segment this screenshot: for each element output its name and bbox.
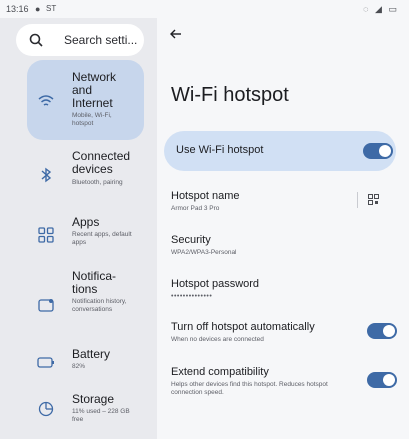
sidebar-item-label: Network and Internet: [72, 70, 117, 110]
sidebar-item-network[interactable]: Network and Internet Mobile, Wi-Fi, hots…: [27, 60, 144, 140]
hotspot-password-title: Hotspot password: [171, 278, 260, 290]
sidebar-item-label: Storage: [72, 392, 115, 406]
security-title: Security: [171, 234, 211, 246]
back-arrow-icon[interactable]: [169, 27, 183, 41]
extend-compatibility-row[interactable]: Extend compatibility Helps other devices…: [171, 366, 346, 397]
extend-compatibility-title: Extend compatibility: [171, 366, 269, 378]
hotspot-name-value: Armor Pad 3 Pro: [171, 205, 220, 212]
toggle-knob: [383, 374, 395, 386]
sidebar-item-subtitle: Bluetooth, pairing: [72, 179, 123, 186]
hotspot-password-row[interactable]: Hotspot password ••••••••••••••: [171, 278, 371, 301]
use-hotspot-toggle[interactable]: [363, 143, 393, 159]
sidebar-item-storage[interactable]: Storage 11% used – 228 GB free: [27, 391, 144, 435]
qr-code-icon[interactable]: [368, 194, 379, 205]
toggle-knob: [379, 145, 391, 157]
use-hotspot-row[interactable]: Use Wi-Fi hotspot: [164, 131, 396, 171]
security-value: WPA2/WPA3-Personal: [171, 249, 237, 256]
sidebar-item-label: Connected devices: [72, 149, 131, 176]
page-title: Wi-Fi hotspot: [171, 84, 289, 106]
auto-off-toggle[interactable]: [367, 323, 397, 339]
extend-compatibility-subtitle: Helps other devices find this hotspot. R…: [171, 381, 328, 396]
battery-icon: [37, 357, 54, 368]
sidebar-item-subtitle: Recent apps, default apps: [72, 231, 132, 246]
status-carrier: ST: [46, 4, 57, 13]
sidebar-item-label: Notifica-tions: [72, 269, 117, 296]
sidebar-item-battery[interactable]: Battery 82%: [27, 346, 144, 380]
settings-sidebar: Search setti... Network and Internet Mob…: [0, 18, 157, 439]
notification-dot-icon: ●: [35, 4, 41, 14]
sidebar-item-subtitle: Notification history, conversations: [72, 298, 127, 313]
extend-compatibility-toggle[interactable]: [367, 372, 397, 388]
search-placeholder: Search setti...: [64, 33, 138, 47]
sidebar-item-subtitle: Mobile, Wi-Fi, hotspot: [72, 112, 112, 127]
sidebar-item-subtitle: 11% used – 228 GB free: [72, 408, 130, 423]
auto-off-title: Turn off hotspot automatically: [171, 321, 315, 333]
vibrate-icon: ◌: [363, 4, 371, 14]
auto-off-row[interactable]: Turn off hotspot automatically When no d…: [171, 321, 371, 344]
sidebar-item-connected-devices[interactable]: Connected devices Bluetooth, pairing: [27, 148, 144, 206]
apps-grid-icon: [38, 227, 54, 243]
sidebar-item-subtitle: 82%: [72, 363, 86, 370]
storage-icon: [38, 401, 54, 417]
security-row[interactable]: Security WPA2/WPA3-Personal: [171, 234, 371, 257]
search-icon: [29, 33, 43, 47]
bluetooth-icon: [41, 167, 52, 183]
status-time: 13:16: [6, 4, 29, 14]
auto-off-subtitle: When no devices are connected: [171, 336, 264, 343]
use-hotspot-label: Use Wi-Fi hotspot: [176, 144, 264, 156]
search-input[interactable]: Search setti...: [16, 24, 144, 56]
sidebar-item-apps[interactable]: Apps Recent apps, default apps: [27, 214, 144, 258]
toggle-knob: [383, 325, 395, 337]
battery-status-icon: ▭: [388, 4, 399, 14]
signal-icon: ◢: [375, 4, 384, 14]
notifications-icon: [38, 299, 54, 312]
hotspot-name-title: Hotspot name: [171, 190, 240, 202]
hotspot-password-value: ••••••••••••••: [171, 293, 213, 300]
divider: [357, 192, 358, 208]
status-icons: ◌ ◢ ▭: [363, 4, 399, 15]
status-bar: 13:16 ● ST ◌ ◢ ▭: [0, 0, 409, 18]
hotspot-settings-panel: Wi-Fi hotspot Use Wi-Fi hotspot Hotspot …: [157, 18, 409, 439]
wifi-icon: [38, 95, 54, 106]
sidebar-item-label: Apps: [72, 215, 100, 229]
sidebar-item-notifications[interactable]: Notifica-tions Notification history, con…: [27, 268, 144, 340]
sidebar-item-label: Battery: [72, 347, 111, 361]
hotspot-name-row[interactable]: Hotspot name Armor Pad 3 Pro: [171, 190, 371, 213]
